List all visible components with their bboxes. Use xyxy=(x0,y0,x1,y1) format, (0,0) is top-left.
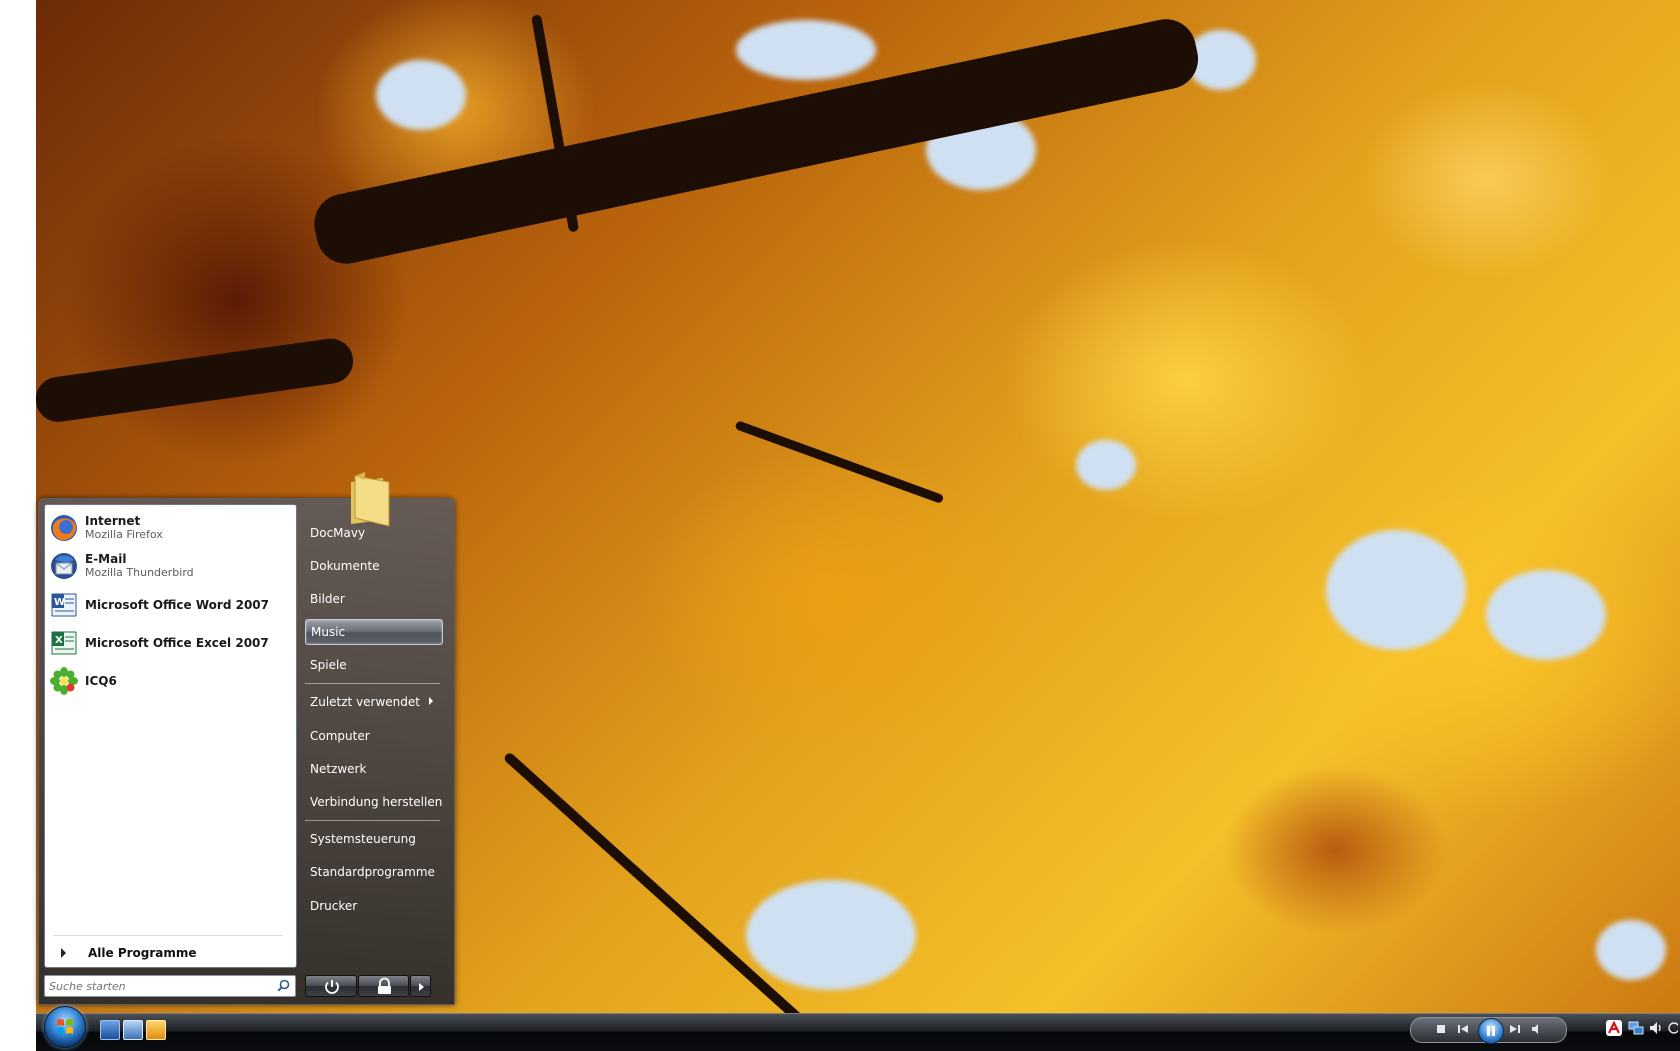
chevron-right-icon xyxy=(61,948,66,958)
media-player-toolbar xyxy=(1410,1017,1567,1044)
menu-separator xyxy=(305,820,440,821)
windows-logo-icon xyxy=(57,1019,73,1034)
start-menu-programs-pane: Internet Mozilla Firefox E-Mail Mozilla … xyxy=(44,504,297,968)
search-icon[interactable] xyxy=(277,979,290,992)
thunderbird-icon xyxy=(49,551,79,581)
excel-icon: X xyxy=(49,628,79,658)
pinned-excel-2007[interactable]: X Microsoft Office Excel 2007 xyxy=(49,626,287,660)
start-item-music[interactable]: Music xyxy=(305,619,443,645)
volume-icon[interactable] xyxy=(1648,1020,1664,1036)
firefox-icon xyxy=(49,513,79,543)
start-item-dokumente[interactable]: Dokumente xyxy=(305,553,443,579)
shutdown-options-button[interactable] xyxy=(410,975,431,997)
start-item-zuletzt-verwendet[interactable]: Zuletzt verwendet xyxy=(305,689,443,715)
pinned-subtitle: Mozilla Firefox xyxy=(85,528,163,541)
all-programs-label: Alle Programme xyxy=(88,946,197,960)
start-item-standardprogramme[interactable]: Standardprogramme xyxy=(305,859,443,885)
pinned-subtitle: Mozilla Thunderbird xyxy=(85,566,194,579)
start-item-computer[interactable]: Computer xyxy=(305,723,443,749)
start-item-spiele[interactable]: Spiele xyxy=(305,652,443,678)
start-item-bilder[interactable]: Bilder xyxy=(305,586,443,612)
chevron-right-icon xyxy=(429,697,433,705)
power-icon xyxy=(325,980,339,994)
svg-text:X: X xyxy=(55,635,63,646)
icq-icon xyxy=(49,666,79,696)
clock-partial-icon[interactable] xyxy=(1666,1020,1678,1036)
start-search-box[interactable] xyxy=(44,975,296,997)
avira-icon[interactable] xyxy=(1606,1020,1622,1036)
svg-text:W: W xyxy=(54,597,65,608)
lock-button[interactable] xyxy=(358,975,409,997)
start-item-netzwerk[interactable]: Netzwerk xyxy=(305,756,443,782)
start-item-verbindung-herstellen[interactable]: Verbindung herstellen xyxy=(305,789,443,815)
pinned-title: ICQ6 xyxy=(85,674,117,688)
switch-windows-icon[interactable] xyxy=(123,1020,143,1040)
pinned-title: Microsoft Office Excel 2007 xyxy=(85,636,269,650)
pinned-title: Microsoft Office Word 2007 xyxy=(85,598,270,612)
pinned-title: Internet xyxy=(85,514,141,528)
start-item-label: Zuletzt verwendet xyxy=(310,695,420,709)
all-programs-separator xyxy=(53,935,283,936)
pinned-icq6[interactable]: ICQ6 xyxy=(49,664,287,698)
pinned-title: E-Mail xyxy=(85,552,127,566)
pause-button[interactable] xyxy=(1478,1018,1504,1044)
lock-icon xyxy=(378,977,391,994)
pinned-word-2007[interactable]: W Microsoft Office Word 2007 xyxy=(49,588,287,622)
start-item-drucker[interactable]: Drucker xyxy=(305,893,443,919)
power-controls xyxy=(305,975,432,997)
word-icon: W xyxy=(49,590,79,620)
search-input[interactable] xyxy=(45,976,269,996)
pinned-internet[interactable]: Internet Mozilla Firefox xyxy=(49,511,287,545)
pinned-email[interactable]: E-Mail Mozilla Thunderbird xyxy=(49,549,287,583)
network-icon[interactable] xyxy=(1628,1020,1644,1036)
start-item-systemsteuerung[interactable]: Systemsteuerung xyxy=(305,826,443,852)
stop-icon[interactable] xyxy=(1435,1023,1447,1035)
start-button[interactable] xyxy=(44,1006,86,1048)
volume-control-icon[interactable] xyxy=(1531,1023,1543,1035)
folder-icon xyxy=(351,472,390,527)
next-icon[interactable] xyxy=(1509,1023,1521,1035)
all-programs-button[interactable]: Alle Programme xyxy=(53,943,197,963)
pause-icon xyxy=(1487,1026,1495,1036)
left-blank-area xyxy=(0,0,36,1050)
previous-icon[interactable] xyxy=(1457,1023,1469,1035)
chevron-right-icon xyxy=(419,983,424,991)
show-desktop-icon[interactable] xyxy=(100,1020,120,1040)
menu-separator xyxy=(305,683,440,684)
media-player-icon[interactable] xyxy=(146,1020,166,1040)
start-item-docmavy[interactable]: DocMavy xyxy=(305,520,443,546)
power-button[interactable] xyxy=(305,975,357,997)
